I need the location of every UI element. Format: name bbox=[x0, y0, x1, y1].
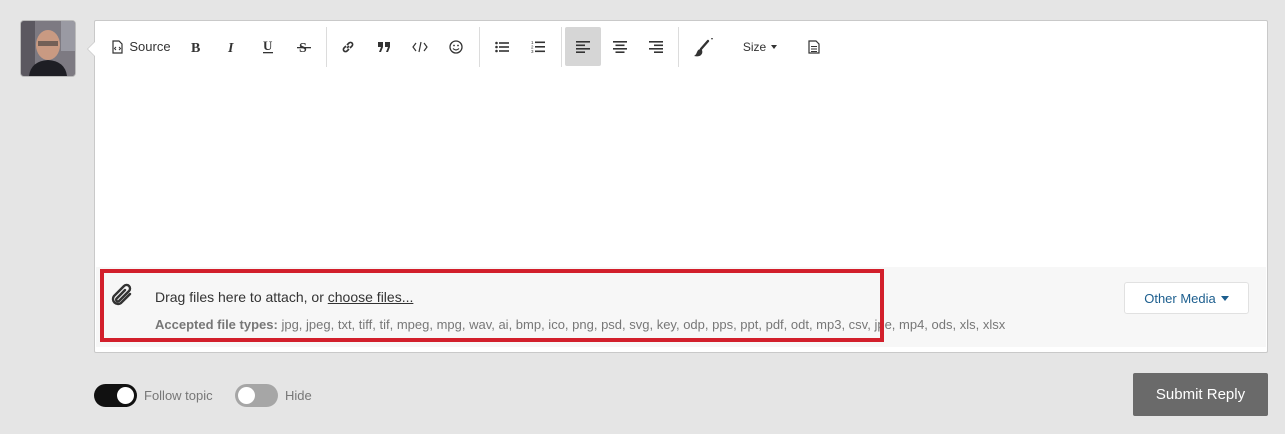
svg-text:I: I bbox=[227, 41, 234, 54]
editor-toolbar: Source B I U S 123 Size bbox=[95, 21, 1267, 73]
user-avatar bbox=[21, 21, 75, 76]
underline-button[interactable]: U bbox=[251, 27, 285, 66]
numbered-list-icon: 123 bbox=[531, 40, 545, 53]
quote-icon bbox=[377, 41, 391, 53]
align-center-button[interactable] bbox=[603, 27, 637, 66]
document-icon bbox=[808, 39, 820, 54]
submit-reply-button[interactable]: Submit Reply bbox=[1133, 373, 1268, 416]
align-right-icon bbox=[649, 40, 663, 53]
numbered-list-button[interactable]: 123 bbox=[521, 27, 555, 66]
toolbar-divider bbox=[561, 27, 562, 67]
code-button[interactable] bbox=[403, 27, 437, 66]
quote-button[interactable] bbox=[367, 27, 401, 66]
strikethrough-icon: S bbox=[297, 40, 311, 54]
editor-text-area[interactable] bbox=[95, 73, 1267, 266]
toggle-knob bbox=[117, 387, 134, 404]
bullet-list-button[interactable] bbox=[485, 27, 519, 66]
link-icon bbox=[341, 40, 355, 54]
highlight-box bbox=[100, 269, 884, 342]
attachment-dropzone[interactable]: Drag files here to attach, or choose fil… bbox=[96, 267, 1266, 347]
align-left-button[interactable] bbox=[565, 27, 601, 66]
follow-topic-label: Follow topic bbox=[144, 388, 213, 403]
follow-topic-toggle[interactable] bbox=[94, 384, 137, 407]
toolbar-divider bbox=[678, 27, 679, 67]
bullet-list-icon bbox=[495, 41, 509, 53]
smiley-icon bbox=[449, 39, 463, 54]
code-icon bbox=[412, 41, 428, 53]
text-color-button[interactable] bbox=[685, 27, 725, 66]
paintbrush-icon bbox=[694, 37, 716, 57]
underline-icon: U bbox=[261, 39, 275, 54]
svg-text:B: B bbox=[191, 41, 200, 54]
bold-button[interactable]: B bbox=[179, 27, 213, 66]
toolbar-divider bbox=[326, 27, 327, 67]
source-icon bbox=[111, 39, 124, 54]
svg-text:U: U bbox=[263, 39, 273, 53]
font-size-dropdown[interactable]: Size bbox=[735, 27, 785, 66]
align-center-icon bbox=[613, 40, 627, 53]
strikethrough-button[interactable]: S bbox=[287, 27, 321, 66]
italic-icon: I bbox=[225, 40, 239, 54]
reply-editor: Source B I U S 123 Size Drag files here … bbox=[87, 20, 1268, 353]
link-button[interactable] bbox=[331, 27, 365, 66]
svg-text:3: 3 bbox=[531, 49, 534, 53]
chevron-down-icon bbox=[771, 44, 778, 49]
hide-toggle[interactable] bbox=[235, 384, 278, 407]
preview-button[interactable] bbox=[797, 27, 831, 66]
other-media-button[interactable]: Other Media bbox=[1124, 282, 1249, 314]
source-label: Source bbox=[129, 39, 171, 54]
toggle-knob bbox=[238, 387, 255, 404]
bold-icon: B bbox=[189, 40, 203, 54]
italic-button[interactable]: I bbox=[215, 27, 249, 66]
font-size-label: Size bbox=[742, 39, 767, 54]
caret-down-icon bbox=[1220, 295, 1229, 301]
source-button[interactable]: Source bbox=[108, 27, 174, 66]
other-media-label: Other Media bbox=[1144, 290, 1216, 306]
hide-label: Hide bbox=[285, 388, 312, 403]
emoji-button[interactable] bbox=[439, 27, 473, 66]
align-left-icon bbox=[576, 40, 590, 53]
toolbar-divider bbox=[479, 27, 480, 67]
align-right-button[interactable] bbox=[639, 27, 673, 66]
